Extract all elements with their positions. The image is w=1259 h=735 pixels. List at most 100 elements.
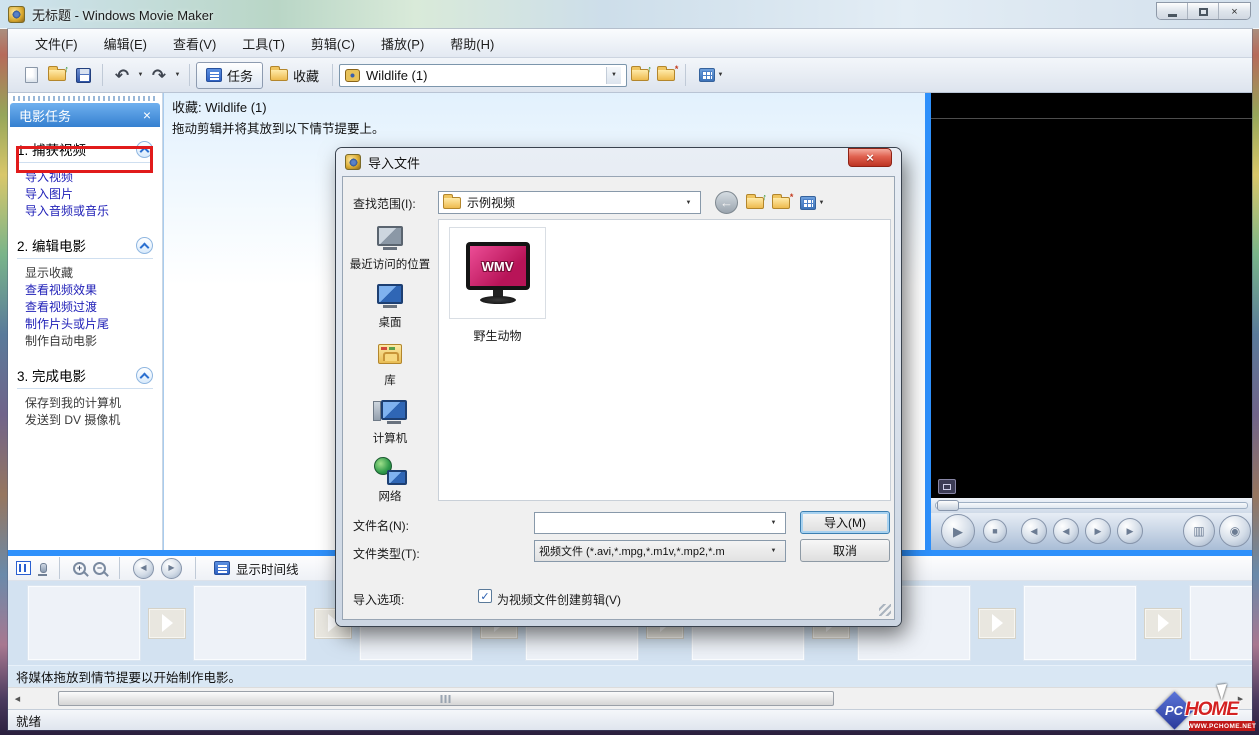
task-make-titles[interactable]: 制作片头或片尾 (25, 317, 153, 332)
caret-down-icon: ▼ (611, 72, 617, 78)
place-computer[interactable]: 计算机 (373, 399, 408, 446)
place-desktop[interactable]: 桌面 (373, 283, 407, 330)
task-import-pictures[interactable]: 导入图片 (25, 187, 153, 202)
place-libraries[interactable]: 库 (373, 341, 407, 388)
seek-bar-row (931, 498, 1252, 513)
tasks-toggle-button[interactable]: 任务 (196, 62, 263, 89)
combo-dropdown-button[interactable]: ▼ (681, 192, 696, 213)
rewind-storyboard-button[interactable]: ◀ (133, 558, 154, 579)
pane-grip[interactable] (13, 96, 157, 101)
menu-clip[interactable]: 剪辑(C) (298, 30, 368, 57)
close-button[interactable]: × (1219, 3, 1250, 20)
scrollbar-thumb[interactable] (58, 691, 834, 706)
split-clip-icon: ▥ (1193, 525, 1204, 537)
new-project-button[interactable] (19, 63, 43, 87)
menu-help[interactable]: 帮助(H) (437, 30, 507, 57)
narrate-timeline-icon[interactable] (38, 563, 46, 574)
menu-edit[interactable]: 编辑(E) (91, 30, 160, 57)
place-network[interactable]: 网络 (373, 457, 407, 504)
combo-dropdown-button[interactable]: ▼ (606, 67, 621, 84)
step-forward-icon: ▶ (1095, 527, 1102, 536)
menu-view[interactable]: 查看(V) (160, 30, 229, 57)
task-pane-close-icon[interactable]: × (143, 108, 151, 122)
storyboard-clip-slot[interactable] (1190, 586, 1252, 660)
combo-dropdown-button[interactable]: ▼ (766, 541, 781, 561)
zoom-in-button[interactable]: + (73, 562, 86, 575)
restore-button[interactable] (1188, 3, 1219, 20)
previous-frame-button[interactable]: ◀ (1021, 518, 1047, 544)
back-button[interactable]: ← (715, 191, 738, 214)
up-one-level-button[interactable]: ↑ (743, 191, 767, 214)
save-project-button[interactable] (71, 63, 95, 87)
menu-tools[interactable]: 工具(T) (229, 30, 298, 57)
storyboard-clip-slot[interactable] (194, 586, 306, 660)
task-import-audio[interactable]: 导入音频或音乐 (25, 204, 153, 219)
task-send-to-dv[interactable]: 发送到 DV 摄像机 (25, 413, 153, 428)
undo-button[interactable]: ↶ (110, 63, 134, 87)
fullscreen-toggle-button[interactable] (938, 479, 956, 494)
save-icon (76, 68, 91, 83)
task-save-to-computer[interactable]: 保存到我的计算机 (25, 396, 153, 411)
stop-button[interactable]: ■ (983, 519, 1007, 543)
task-automovie[interactable]: 制作自动电影 (25, 334, 153, 349)
pchome-watermark: PC HOME WWW.PCHOME.NET (1155, 693, 1259, 735)
watermark-url: WWW.PCHOME.NET (1189, 721, 1255, 731)
minus-icon: − (97, 563, 102, 573)
filename-combo[interactable]: ▼ (534, 512, 786, 534)
split-clip-button[interactable]: ▥ (1183, 515, 1215, 547)
section-finish-movie: 3. 完成电影 保存到我的计算机 发送到 DV 摄像机 (17, 365, 153, 432)
task-view-transitions[interactable]: 查看视频过渡 (25, 300, 153, 315)
resize-grip[interactable] (879, 604, 891, 616)
play-storyboard-button[interactable]: ▶ (161, 558, 182, 579)
storyboard-transition-slot[interactable] (149, 609, 185, 638)
collapse-chevron-icon[interactable] (136, 237, 153, 254)
create-clips-checkbox[interactable]: ✓ (478, 589, 492, 603)
window-title: 无标题 - Windows Movie Maker (32, 5, 213, 24)
new-collection-folder-button[interactable]: * (654, 63, 678, 87)
cancel-button[interactable]: 取消 (800, 539, 890, 562)
collapse-chevron-icon[interactable] (136, 367, 153, 384)
show-timeline-button[interactable]: 显示时间线 (209, 557, 304, 580)
step-back-button[interactable]: ◀ (1053, 518, 1079, 544)
redo-dropdown-button[interactable]: ▼ (172, 63, 183, 87)
play-button[interactable]: ▶ (941, 514, 975, 548)
preview-divider (931, 118, 1252, 119)
seek-bar[interactable] (935, 502, 1248, 509)
combo-dropdown-button[interactable]: ▼ (766, 513, 781, 533)
zoom-out-button[interactable]: − (93, 562, 106, 575)
storyboard-view-icon[interactable] (16, 561, 31, 575)
storyboard-transition-slot[interactable] (1145, 609, 1181, 638)
take-picture-button[interactable]: ◉ (1219, 515, 1251, 547)
filetype-label: 文件类型(T): (353, 545, 420, 562)
up-one-level-button[interactable]: ↑ (628, 63, 652, 87)
undo-dropdown-button[interactable]: ▼ (135, 63, 146, 87)
open-project-button[interactable]: ↑ (45, 63, 69, 87)
look-in-combo[interactable]: 示例视频 ▼ (438, 191, 701, 214)
new-folder-button[interactable]: * (769, 191, 793, 214)
minimize-button[interactable] (1157, 3, 1188, 20)
seek-thumb[interactable] (937, 500, 959, 511)
storyboard-transition-slot[interactable] (979, 609, 1015, 638)
collections-toggle-button[interactable]: 收藏 (263, 63, 326, 88)
task-show-collections[interactable]: 显示收藏 (25, 266, 153, 281)
storyboard-clip-slot[interactable] (28, 586, 140, 660)
storyboard-hint-bar: 将媒体拖放到情节提要以开始制作电影。 (8, 665, 1252, 687)
task-view-effects[interactable]: 查看视频效果 (25, 283, 153, 298)
step-forward-button[interactable]: ▶ (1085, 518, 1111, 544)
views-button[interactable]: ▼ (795, 191, 829, 214)
filetype-combo[interactable]: 视频文件 (*.avi,*.mpg,*.m1v,*.mp2,*.m ▼ (534, 540, 786, 562)
play-icon: ▶ (168, 564, 174, 572)
redo-button[interactable]: ↷ (147, 63, 171, 87)
file-item-wildlife[interactable]: WMV 野生动物 (449, 227, 546, 344)
dialog-close-button[interactable]: × (848, 148, 892, 167)
storyboard-clip-slot[interactable] (1024, 586, 1136, 660)
import-button[interactable]: 导入(M) (800, 511, 890, 534)
views-button[interactable]: ▼ (693, 63, 729, 87)
next-frame-button[interactable]: ▶ (1117, 518, 1143, 544)
scroll-left-button[interactable]: ◀ (10, 691, 25, 706)
collection-combo[interactable]: Wildlife (1) ▼ (339, 64, 627, 87)
horizontal-scrollbar[interactable]: ◀ ▶ (8, 687, 1252, 709)
menu-play[interactable]: 播放(P) (368, 30, 437, 57)
menu-file[interactable]: 文件(F) (22, 30, 91, 57)
place-recent[interactable]: 最近访问的位置 (350, 225, 431, 272)
